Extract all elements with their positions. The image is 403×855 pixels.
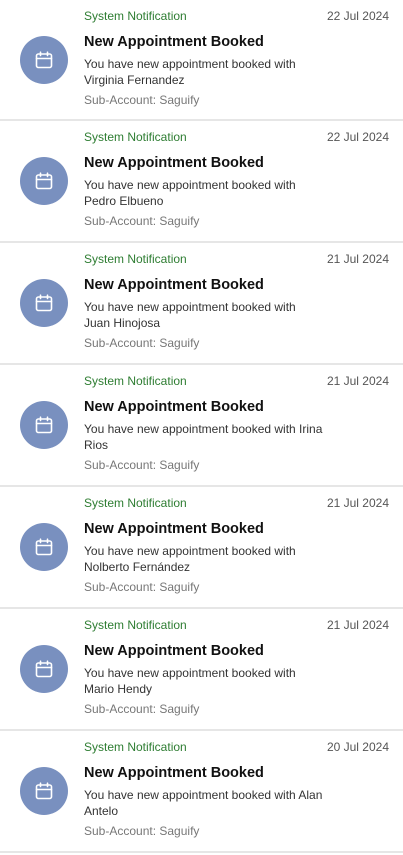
notification-source: System Notification <box>84 374 187 388</box>
notification-item[interactable]: System Notification 21 Jul 2024 New Appo… <box>0 609 403 731</box>
notification-avatar <box>20 767 68 815</box>
notification-avatar <box>20 645 68 693</box>
notification-item[interactable]: System Notification 21 Jul 2024 New Appo… <box>0 365 403 487</box>
notification-title: New Appointment Booked <box>84 155 264 171</box>
notification-source: System Notification <box>84 496 187 510</box>
notification-source: System Notification <box>84 9 187 23</box>
notification-subaccount: Sub-Account: Saguify <box>84 93 200 107</box>
notification-message: You have new appointment booked with Mar… <box>84 666 296 696</box>
notification-message: You have new appointment booked with Ped… <box>84 178 296 208</box>
notification-source: System Notification <box>84 130 187 144</box>
calendar-icon <box>35 172 53 190</box>
notification-title: New Appointment Booked <box>84 521 264 537</box>
notification-avatar <box>20 523 68 571</box>
notification-item[interactable]: System Notification 20 Jul 2024 New Appo… <box>0 731 403 853</box>
notification-title: New Appointment Booked <box>84 643 264 659</box>
notification-title: New Appointment Booked <box>84 277 264 293</box>
notification-subaccount: Sub-Account: Saguify <box>84 458 200 472</box>
notification-source: System Notification <box>84 740 187 754</box>
notification-date: 21 Jul 2024 <box>326 252 389 266</box>
notification-message: You have new appointment booked with Ala… <box>84 788 323 818</box>
notification-item[interactable]: System Notification 22 Jul 2024 New Appo… <box>0 121 403 243</box>
notification-item[interactable]: System Notification 22 Jul 2024 New Appo… <box>0 0 403 121</box>
notification-item[interactable]: System Notification 21 Jul 2024 New Appo… <box>0 487 403 609</box>
notification-avatar <box>20 36 68 84</box>
notification-subaccount: Sub-Account: Saguify <box>84 336 200 350</box>
notification-date: 22 Jul 2024 <box>326 9 389 23</box>
notification-title: New Appointment Booked <box>84 399 264 415</box>
notification-date: 21 Jul 2024 <box>326 618 389 632</box>
notification-subaccount: Sub-Account: Saguify <box>84 824 200 838</box>
notification-message: You have new appointment booked with Vir… <box>84 57 296 87</box>
notification-avatar <box>20 279 68 327</box>
notification-title: New Appointment Booked <box>84 34 264 50</box>
calendar-icon <box>35 538 53 556</box>
notification-avatar <box>20 157 68 205</box>
calendar-icon <box>35 416 53 434</box>
calendar-icon <box>35 294 53 312</box>
calendar-icon <box>35 660 53 678</box>
calendar-icon <box>35 51 53 69</box>
notification-date: 20 Jul 2024 <box>326 740 389 754</box>
notification-message: You have new appointment booked with Jua… <box>84 300 296 330</box>
notification-subaccount: Sub-Account: Saguify <box>84 580 200 594</box>
notification-subaccount: Sub-Account: Saguify <box>84 702 200 716</box>
notification-date: 21 Jul 2024 <box>326 496 389 510</box>
notification-source: System Notification <box>84 618 187 632</box>
notification-subaccount: Sub-Account: Saguify <box>84 214 200 228</box>
notification-message: You have new appointment booked with Nol… <box>84 544 296 574</box>
notification-date: 21 Jul 2024 <box>326 374 389 388</box>
notification-list: System Notification 22 Jul 2024 New Appo… <box>0 0 403 853</box>
notification-avatar <box>20 401 68 449</box>
notification-date: 22 Jul 2024 <box>326 130 389 144</box>
notification-item[interactable]: System Notification 21 Jul 2024 New Appo… <box>0 243 403 365</box>
notification-source: System Notification <box>84 252 187 266</box>
notification-message: You have new appointment booked with Iri… <box>84 422 323 452</box>
calendar-icon <box>35 782 53 800</box>
notification-title: New Appointment Booked <box>84 765 264 781</box>
